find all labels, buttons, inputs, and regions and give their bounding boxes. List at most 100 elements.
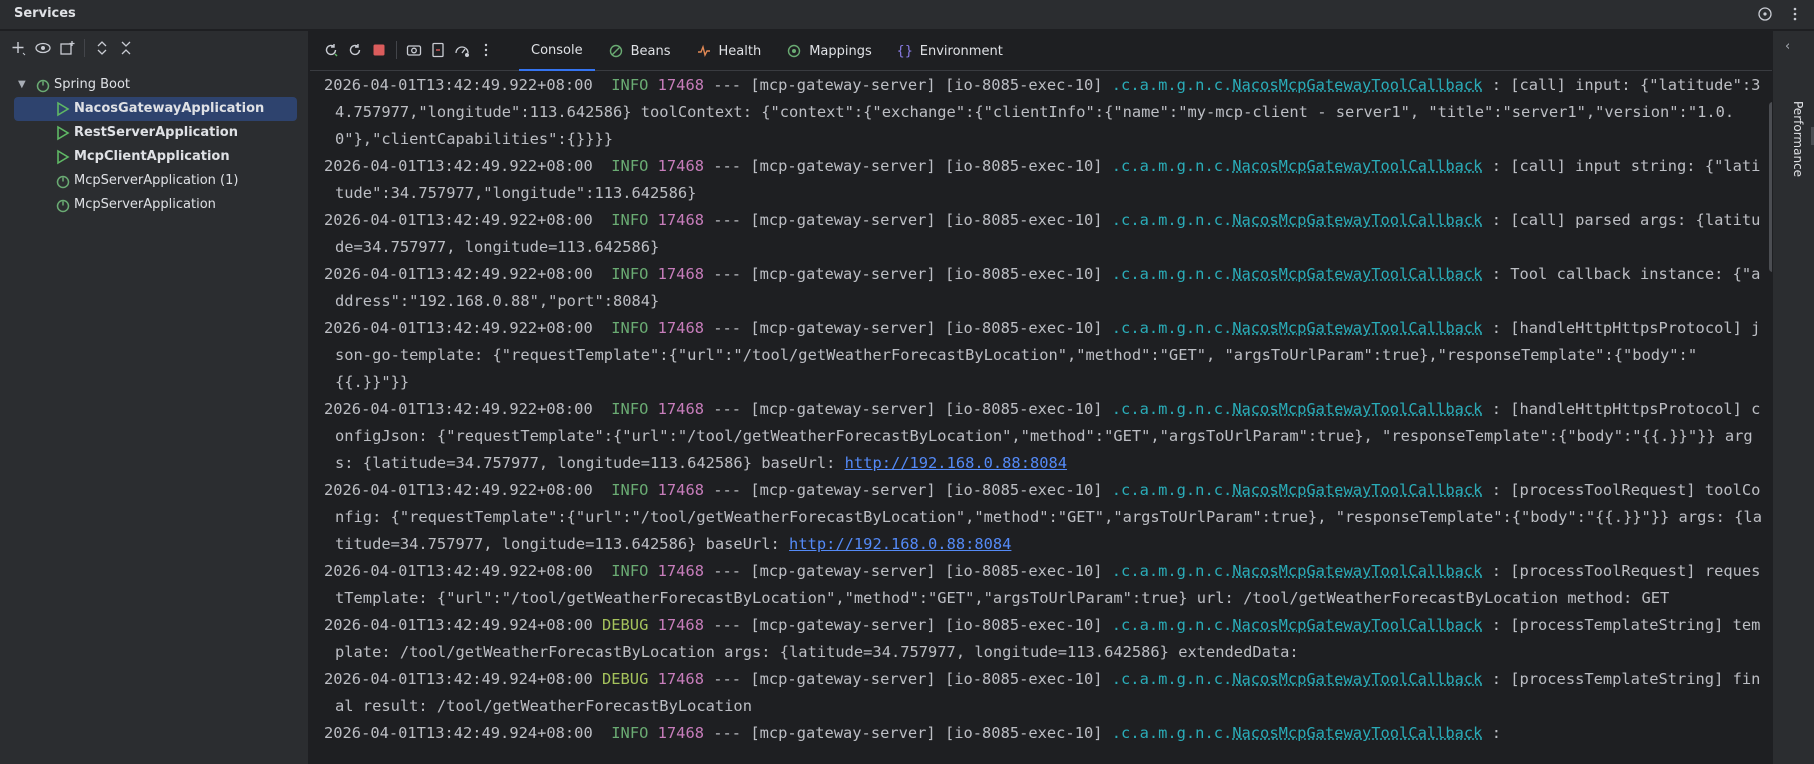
log-level: INFO	[611, 481, 649, 499]
spring-boot-icon	[56, 174, 70, 189]
tab-environment[interactable]: {} Environment	[884, 31, 1015, 71]
log-separator: ---	[713, 724, 742, 742]
log-logger-class[interactable]: NacosMcpGatewayToolCallback	[1232, 400, 1482, 418]
tree-item-mcp-server-application-1[interactable]: McpServerApplication (1)	[0, 169, 309, 193]
tab-mappings[interactable]: Mappings	[773, 31, 884, 71]
log-logger-class[interactable]: NacosMcpGatewayToolCallback	[1232, 319, 1482, 337]
log-app-name: [mcp-gateway-server]	[750, 670, 936, 688]
console-panel: Console Beans Health Mappings {} Environ…	[310, 31, 1814, 764]
log-entry: 2026-04-01T13:42:49.924+08:00 DEBUG 1746…	[324, 666, 1764, 720]
log-pid: 17468	[657, 265, 704, 283]
tree-item-label: McpServerApplication (1)	[74, 173, 239, 188]
log-thread: [io-8085-exec-10]	[944, 265, 1103, 283]
mappings-icon	[785, 42, 803, 60]
log-pid: 17468	[657, 211, 704, 229]
camera-icon[interactable]	[405, 41, 423, 59]
eye-icon[interactable]	[34, 39, 52, 57]
collapse-all-icon[interactable]	[117, 39, 135, 57]
log-logger-class[interactable]: NacosMcpGatewayToolCallback	[1232, 670, 1482, 688]
log-app-name: [mcp-gateway-server]	[750, 265, 936, 283]
tab-console[interactable]: Console	[519, 31, 595, 71]
log-logger-package: .c.a.m.g.n.c.	[1111, 319, 1233, 337]
services-toolbar	[10, 39, 135, 57]
new-tab-icon[interactable]	[58, 39, 76, 57]
log-logger-package: .c.a.m.g.n.c.	[1111, 670, 1233, 688]
log-timestamp: 2026-04-01T13:42:49.922+08:00	[324, 265, 593, 283]
log-separator: ---	[713, 400, 742, 418]
log-timestamp: 2026-04-01T13:42:49.922+08:00	[324, 481, 593, 499]
log-logger-package: .c.a.m.g.n.c.	[1111, 616, 1233, 634]
log-logger-package: .c.a.m.g.n.c.	[1111, 211, 1233, 229]
spring-boot-icon	[56, 198, 70, 213]
log-app-name: [mcp-gateway-server]	[750, 319, 936, 337]
run-controls	[322, 41, 495, 59]
log-timestamp: 2026-04-01T13:42:49.922+08:00	[324, 157, 593, 175]
chevron-left-icon[interactable]: ‹	[1785, 39, 1790, 54]
log-separator: ---	[713, 157, 742, 175]
tab-label: Environment	[919, 43, 1003, 59]
crosshair-icon[interactable]	[1756, 5, 1774, 23]
log-logger-class[interactable]: NacosMcpGatewayToolCallback	[1232, 211, 1482, 229]
tab-health[interactable]: Health	[683, 31, 774, 71]
console-toolbar: Console Beans Health Mappings {} Environ…	[310, 31, 1814, 71]
tree-item-rest-server-application[interactable]: RestServerApplication	[0, 121, 309, 145]
expand-all-icon[interactable]	[93, 39, 111, 57]
stop-icon[interactable]	[370, 41, 388, 59]
log-logger-package: .c.a.m.g.n.c.	[1111, 265, 1233, 283]
tree-item-mcp-server-application[interactable]: McpServerApplication	[0, 193, 309, 217]
log-timestamp: 2026-04-01T13:42:49.924+08:00	[324, 670, 593, 688]
log-logger-class[interactable]: NacosMcpGatewayToolCallback	[1232, 562, 1482, 580]
chevron-down-icon[interactable]: ▼	[18, 73, 26, 97]
tab-label: Health	[718, 43, 762, 59]
console-output[interactable]: 2026-04-01T13:42:49.922+08:00 INFO 17468…	[324, 72, 1764, 764]
log-separator: ---	[713, 76, 742, 94]
tab-label: Console	[531, 42, 583, 58]
console-tabs: Console Beans Health Mappings {} Environ…	[519, 31, 1015, 71]
log-entry: 2026-04-01T13:42:49.922+08:00 INFO 17468…	[324, 207, 1764, 261]
log-logger-class[interactable]: NacosMcpGatewayToolCallback	[1232, 76, 1482, 94]
run-icon	[56, 101, 70, 117]
log-logger-class[interactable]: NacosMcpGatewayToolCallback	[1232, 265, 1482, 283]
restart-icon[interactable]	[346, 41, 364, 59]
log-message: :	[1482, 724, 1501, 742]
profiler-icon[interactable]	[453, 41, 471, 59]
log-logger-class[interactable]: NacosMcpGatewayToolCallback	[1232, 724, 1482, 742]
log-pid: 17468	[657, 670, 704, 688]
log-timestamp: 2026-04-01T13:42:49.922+08:00	[324, 76, 593, 94]
log-url[interactable]: http://192.168.0.88:8084	[845, 454, 1067, 472]
tree-item-label: McpServerApplication	[74, 197, 216, 212]
spring-boot-icon	[36, 78, 50, 93]
log-app-name: [mcp-gateway-server]	[750, 157, 936, 175]
more-options-icon[interactable]	[1786, 5, 1804, 23]
tree-node-spring-boot[interactable]: ▼ Spring Boot	[0, 73, 309, 97]
performance-panel-toggle[interactable]: Performance	[1791, 101, 1805, 177]
log-pid: 17468	[657, 76, 704, 94]
log-pid: 17468	[657, 400, 704, 418]
log-entry: 2026-04-01T13:42:49.922+08:00 INFO 17468…	[324, 477, 1764, 558]
log-logger-class[interactable]: NacosMcpGatewayToolCallback	[1232, 157, 1482, 175]
toolbar-separator	[84, 39, 85, 57]
log-separator: ---	[713, 562, 742, 580]
log-entry: 2026-04-01T13:42:49.924+08:00 DEBUG 1746…	[324, 612, 1764, 666]
header-actions	[1756, 5, 1804, 23]
tree-item-nacos-gateway-application[interactable]: NacosGatewayApplication	[14, 97, 297, 121]
log-level: INFO	[611, 211, 649, 229]
log-thread: [io-8085-exec-10]	[944, 211, 1103, 229]
tree-item-mcp-client-application[interactable]: McpClientApplication	[0, 145, 309, 169]
log-app-name: [mcp-gateway-server]	[750, 724, 936, 742]
tool-window-title: Services	[14, 6, 76, 21]
add-service-icon[interactable]	[10, 39, 28, 57]
log-logger-class[interactable]: NacosMcpGatewayToolCallback	[1232, 616, 1482, 634]
log-thread: [io-8085-exec-10]	[944, 724, 1103, 742]
log-level: INFO	[611, 319, 649, 337]
log-logger-package: .c.a.m.g.n.c.	[1111, 481, 1233, 499]
log-logger-class[interactable]: NacosMcpGatewayToolCallback	[1232, 481, 1482, 499]
more-actions-icon[interactable]	[477, 41, 495, 59]
log-url[interactable]: http://192.168.0.88:8084	[789, 535, 1011, 553]
tab-beans[interactable]: Beans	[595, 31, 683, 71]
rerun-icon[interactable]	[322, 41, 340, 59]
log-entry: 2026-04-01T13:42:49.922+08:00 INFO 17468…	[324, 261, 1764, 315]
toolbar-separator	[396, 41, 397, 59]
heap-dump-icon[interactable]	[429, 41, 447, 59]
log-level: INFO	[611, 157, 649, 175]
